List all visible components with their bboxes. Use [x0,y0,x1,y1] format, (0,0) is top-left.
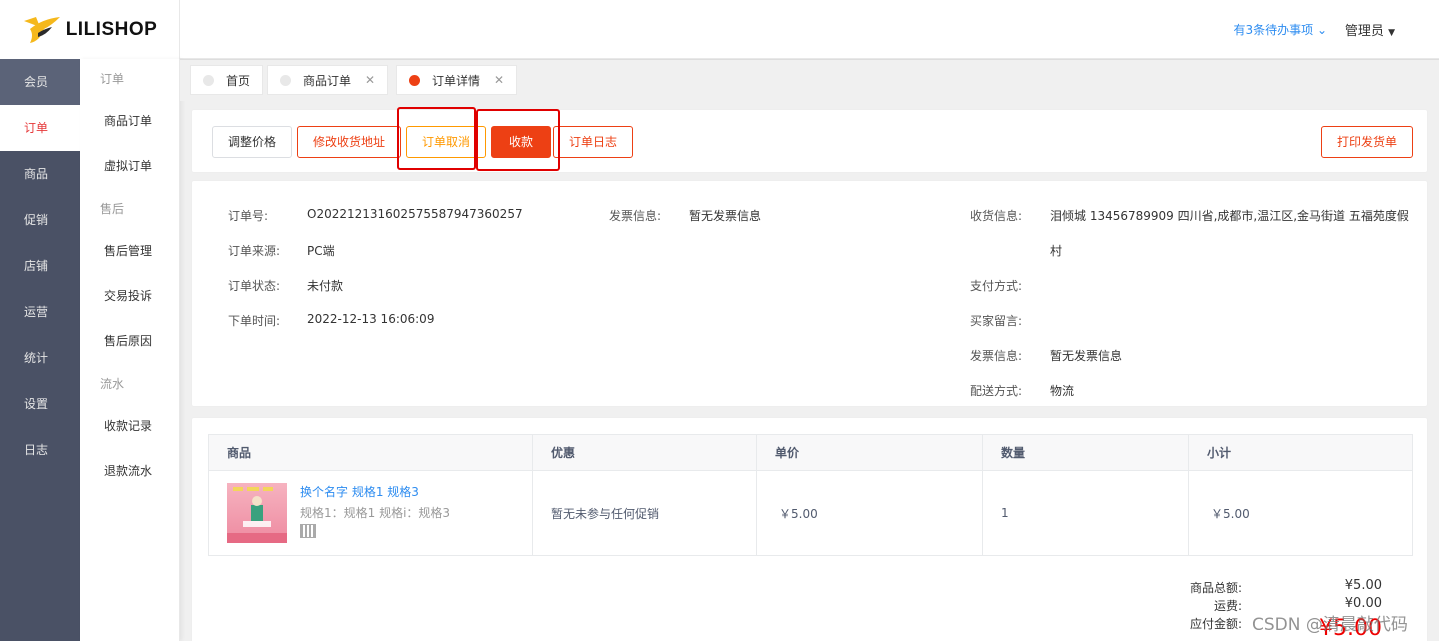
action-bar: 调整价格 修改收货地址 订单取消 收款 订单日志 打印发货单 [191,107,1428,173]
close-icon[interactable]: ✕ [365,73,375,87]
close-icon[interactable]: ✕ [494,73,504,87]
admin-dropdown[interactable]: 管理员 ▼ [1345,20,1395,39]
subnav-group-flow: 流水 [100,377,125,391]
product-info: 换个名字 规格1 规格3 规格1：规格1 规格i：规格3 [300,483,450,543]
order-no-value: O202212131602575587947360257 [307,207,523,221]
buyer-remark-label: 买家留言: [970,314,1023,328]
subtotal-cell: ￥5.00 [1211,506,1250,521]
price-cell: ￥5.00 [757,471,983,555]
product-spec: 规格1：规格1 规格i：规格3 [300,506,451,520]
subnav-item-virtual-order[interactable]: 虚拟订单 [80,144,179,189]
ship-method-value: 物流 [1050,384,1075,398]
goods-table: 商品 优惠 单价 数量 小计 换个名字 规格1 规格3 规格1：规格1 规格i：… [208,434,1413,556]
pay-amount-label: 应付金额: [1189,617,1242,631]
goods-cell: 换个名字 规格1 规格3 规格1：规格1 规格i：规格3 [209,471,533,555]
col-unit-price: 单价 [757,435,983,470]
print-shipping-button[interactable]: 打印发货单 [1321,126,1414,158]
adjust-price-button[interactable]: 调整价格 [212,126,293,158]
bird-logo-icon [23,16,60,43]
tab-dot-icon [280,74,291,86]
tab-dot-icon [203,74,214,86]
highlight-box [476,109,560,171]
highlight-box [397,107,476,170]
tab-bar: 首页 商品订单 ✕ 订单详情 ✕ [180,59,1439,101]
product-image[interactable] [227,483,287,543]
qrcode-icon[interactable] [300,524,316,538]
invoice2-label: 发票信息: [970,349,1023,363]
order-time-value: 2022-12-13 16:06:09 [307,312,435,326]
order-log-button[interactable]: 订单日志 [553,126,634,158]
main-nav: 会员 订单 商品 促销 店铺 运营 统计 设置 日志 [0,59,80,641]
order-status-label: 订单状态: [228,279,281,293]
todo-dropdown[interactable]: 有3条待办事项 ⌄ [1233,21,1327,38]
col-subtotal: 小计 [1207,446,1232,460]
goods-total-label: 商品总额: [1189,581,1242,595]
tab-dot-icon [409,74,420,86]
subnav-item-refund-flow[interactable]: 退款流水 [80,449,179,494]
subnav-group-order: 订单 [100,72,125,86]
tab-label: 首页 [226,73,251,88]
table-row: 换个名字 规格1 规格3 规格1：规格1 规格i：规格3 暂无未参与任何促销 ￥… [209,471,1412,555]
product-name-link[interactable]: 换个名字 规格1 规格3 [300,483,450,500]
nav-item-settings[interactable]: 设置 [0,381,80,427]
tab-order-detail[interactable]: 订单详情 ✕ [396,65,518,95]
tab-goods-order[interactable]: 商品订单 ✕ [267,65,389,95]
freight-label: 运费: [1213,599,1242,613]
nav-item-statistics[interactable]: 统计 [0,335,80,381]
table-header: 商品 优惠 单价 数量 小计 [209,435,1412,471]
subnav-item-after-sale-reason[interactable]: 售后原因 [80,319,179,364]
nav-item-promotion[interactable]: 促销 [0,197,80,243]
nav-item-member[interactable]: 会员 [0,59,80,105]
receive-value-line1: 泪倾城 13456789909 四川省,成都市,温江区,金马街道 五福苑度假 [1050,209,1409,223]
subnav-item-payment-log[interactable]: 收款记录 [80,404,179,449]
nav-item-operation[interactable]: 运营 [0,289,80,335]
sub-nav: 订单 商品订单 虚拟订单 售后 售后管理 交易投诉 售后原因 流水 收款记录 退… [80,59,180,641]
nav-item-goods[interactable]: 商品 [0,151,80,197]
subnav-group-after-sale: 售后 [100,202,125,216]
receive-label: 收货信息: [970,209,1023,223]
col-quantity: 数量 [983,435,1189,470]
goods-panel: 商品 优惠 单价 数量 小计 换个名字 规格1 规格3 规格1：规格1 规格i：… [191,417,1428,641]
top-header: 有3条待办事项 ⌄ 管理员 ▼ [180,0,1439,59]
pay-method-label: 支付方式: [970,279,1023,293]
caret-down-icon: ▼ [1388,28,1395,38]
nav-item-store[interactable]: 店铺 [0,243,80,289]
col-discount: 优惠 [533,435,757,470]
invoice-label: 发票信息: [609,209,662,223]
order-source-label: 订单来源: [228,244,281,258]
ship-method-label: 配送方式: [970,384,1023,398]
col-goods: 商品 [209,435,533,470]
goods-total-value: ¥5.00 [1344,578,1382,593]
nav-item-order[interactable]: 订单 [0,105,80,151]
tab-label: 订单详情 [432,73,481,88]
order-no-label: 订单号: [228,209,269,223]
invoice2-value: 暂无发票信息 [1050,349,1123,363]
order-info-panel: 订单号: O202212131602575587947360257 订单来源: … [191,180,1428,407]
subnav-item-after-sale-manage[interactable]: 售后管理 [80,229,179,274]
logo: LILISHOP [0,0,180,59]
subnav-item-complaint[interactable]: 交易投诉 [80,274,179,319]
subnav-item-goods-order[interactable]: 商品订单 [80,99,179,144]
logo-text: LILISHOP [65,18,158,40]
tab-home[interactable]: 首页 [190,65,264,95]
nav-item-log[interactable]: 日志 [0,427,80,473]
qty-cell: 1 [983,471,1189,555]
promo-cell: 暂无未参与任何促销 [533,471,757,555]
watermark: CSDN @清晨敲代码 [1252,615,1408,635]
modify-address-button[interactable]: 修改收货地址 [297,126,402,158]
order-source-value: PC端 [307,244,335,258]
freight-value: ¥0.00 [1344,596,1382,611]
tab-label: 商品订单 [303,73,352,88]
order-time-label: 下单时间: [228,314,281,328]
invoice-value: 暂无发票信息 [689,209,762,223]
chevron-down-icon: ⌄ [1316,23,1327,37]
receive-value-line2: 村 [1050,244,1063,258]
order-status-value: 未付款 [307,279,344,293]
